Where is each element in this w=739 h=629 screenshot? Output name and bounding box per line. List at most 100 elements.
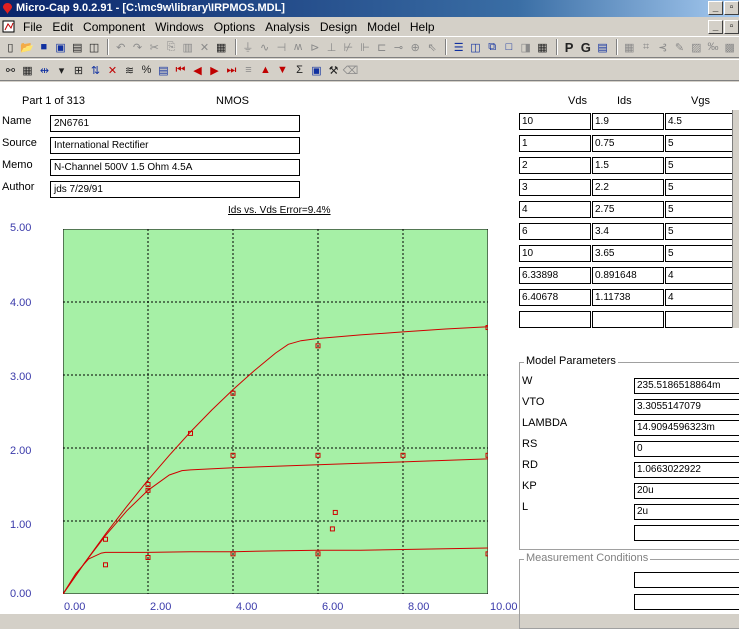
menu-windows[interactable]: Windows [150,20,209,34]
vgs-cell[interactable]: 5 [665,201,737,218]
capacitor-icon[interactable]: ⊣ [274,39,289,55]
list-icon[interactable]: ▤ [156,62,171,78]
save-all-icon[interactable]: ▣ [53,39,68,55]
param-value-field[interactable]: 14.9094596323m [634,420,739,436]
sum-icon[interactable]: Σ [292,62,307,78]
new-file-icon[interactable]: ▯ [3,39,18,55]
npn-icon[interactable]: ⊬ [341,39,356,55]
print-preview-icon[interactable]: ◫ [87,39,102,55]
merge-icon[interactable]: ⊞ [71,62,86,78]
next-record-icon[interactable]: ▶ [207,62,222,78]
diode-icon[interactable]: ⊳ [307,39,322,55]
calculator-icon[interactable]: ▦ [535,39,550,55]
source-field[interactable]: International Rectifier [50,137,300,154]
pmos-icon[interactable]: ⊩ [358,39,373,55]
sort-az-icon[interactable]: ⇅ [88,62,103,78]
vds-cell[interactable]: 10 [519,113,591,130]
menu-options[interactable]: Options [209,20,260,34]
measurement-condition-field[interactable] [634,594,739,610]
undo-icon[interactable]: ↶ [113,39,128,55]
minimize-button[interactable]: _ [708,1,723,15]
ids-cell[interactable]: 3.65 [592,245,664,262]
maximize-pane-icon[interactable]: □ [502,39,517,55]
battery-icon[interactable]: ⊥ [324,39,339,55]
print-icon[interactable]: ▤ [70,39,85,55]
menu-file[interactable]: File [18,20,47,34]
vds-cell[interactable]: 3 [519,179,591,196]
opamp-icon[interactable]: ⊏ [374,39,389,55]
units-icon[interactable]: ‰ [706,39,721,55]
vgs-cell[interactable]: 5 [665,179,737,196]
horizontal-layout-icon[interactable]: ☰ [451,39,466,55]
up-icon[interactable]: ▲ [258,62,273,78]
delete-icon[interactable]: ✕ [197,39,212,55]
delete-part-icon[interactable]: ✕ [105,62,120,78]
menu-model[interactable]: Model [362,20,405,34]
paste-icon[interactable]: ▥ [180,39,195,55]
menu-component[interactable]: Component [78,20,150,34]
ids-cell[interactable]: 2.2 [592,179,664,196]
vds-cell[interactable]: 6 [519,223,591,240]
ids-cell[interactable]: 2.75 [592,201,664,218]
eraser-icon[interactable]: ⌫ [343,62,359,78]
vertical-layout-icon[interactable]: ◫ [468,39,483,55]
open-file-icon[interactable]: 📂 [20,39,35,55]
param-value-field[interactable]: 20u [634,483,739,499]
vgs-cell[interactable]: 4 [665,267,737,284]
vgs-cell[interactable]: 4.5 [665,113,737,130]
cut-icon[interactable]: ✂ [147,39,162,55]
vds-cell[interactable]: 6.40678 [519,289,591,306]
menu-edit[interactable]: Edit [47,20,78,34]
wave-icon[interactable]: ≋ [122,62,137,78]
save-icon[interactable]: ■ [36,39,51,55]
menu-design[interactable]: Design [315,20,362,34]
menu-help[interactable]: Help [405,20,440,34]
grid-icon[interactable]: ▦ [622,39,637,55]
doc-restore-button[interactable]: ▫ [724,20,739,34]
vds-cell[interactable]: 6.33898 [519,267,591,284]
param-value-field[interactable]: 0 [634,441,739,457]
inductor-icon[interactable]: ʍ [291,39,306,55]
doc-minimize-button[interactable]: _ [708,20,723,34]
vgs-cell[interactable]: 4 [665,289,737,306]
p-button-icon[interactable]: P [562,39,577,55]
monitor-icon[interactable]: ▣ [309,62,324,78]
memo-field[interactable]: N-Channel 500V 1.5 Ohm 4.5A [50,159,300,176]
vgs-cell[interactable] [665,311,737,328]
down-icon[interactable]: ▼ [275,62,290,78]
vds-cell[interactable]: 1 [519,135,591,152]
micro-cap-app-icon[interactable] [3,3,12,14]
ids-cell[interactable]: 3.4 [592,223,664,240]
author-field[interactable]: jds 7/29/91 [50,181,300,198]
param-value-field[interactable] [634,525,739,541]
optimize-icon[interactable]: ⌗ [639,39,654,55]
menu-analysis[interactable]: Analysis [260,20,315,34]
library-icon[interactable]: ▦ [20,62,35,78]
vgs-cell[interactable]: 5 [665,135,737,152]
vgs-cell[interactable]: 5 [665,157,737,174]
measurement-condition-field[interactable] [634,572,739,588]
wire-icon[interactable]: ⊸ [391,39,406,55]
name-field[interactable]: 2N6761 [50,115,300,132]
vds-cell[interactable]: 2 [519,157,591,174]
dropdown-icon[interactable]: ▾ [54,62,69,78]
vgs-cell[interactable]: 5 [665,223,737,240]
ids-cell[interactable]: 1.5 [592,157,664,174]
vds-cell[interactable]: 4 [519,201,591,218]
graph-icon[interactable]: ▨ [689,39,704,55]
table-scrollbar[interactable] [732,110,739,328]
last-record-icon[interactable]: ⏭ [224,62,239,78]
ids-vs-vds-plot[interactable] [63,229,488,594]
vds-cell[interactable]: 10 [519,245,591,262]
ids-cell[interactable] [592,311,664,328]
first-record-icon[interactable]: ⏮ [173,62,188,78]
restore-button[interactable]: ▫ [724,1,739,15]
redo-icon[interactable]: ↷ [130,39,145,55]
g-button-icon[interactable]: G [579,39,594,55]
vgs-cell[interactable]: 5 [665,245,737,262]
fit-icon[interactable]: ⊰ [655,39,670,55]
cascade-icon[interactable]: ⧉ [485,39,500,55]
ids-cell[interactable]: 0.891648 [592,267,664,284]
param-value-field[interactable]: 235.5186518864m [634,378,739,394]
ids-cell[interactable]: 1.9 [592,113,664,130]
